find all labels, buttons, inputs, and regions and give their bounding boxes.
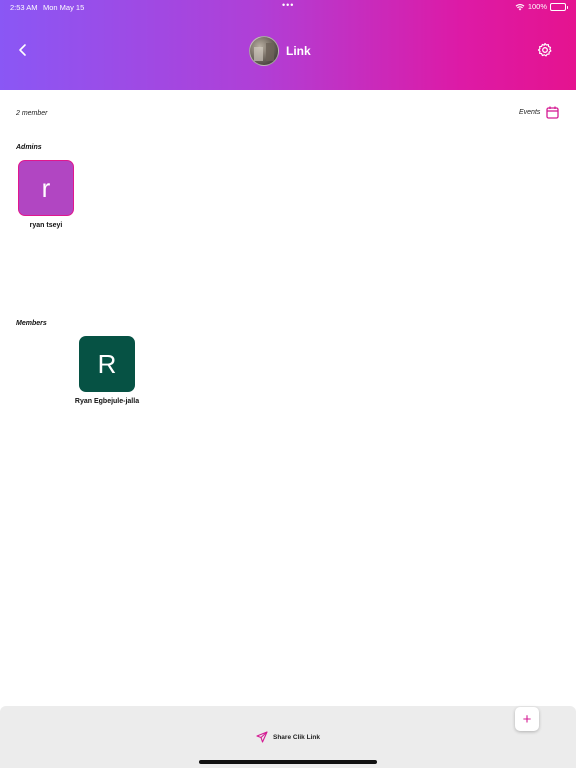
add-button[interactable]: + — [515, 707, 539, 731]
status-bar: 2:53 AM Mon May 15 ••• 100% — [0, 0, 576, 14]
chevron-left-icon[interactable] — [14, 41, 32, 59]
member-tile[interactable]: R Ryan Egbejule-jalla — [62, 336, 152, 405]
home-indicator[interactable] — [199, 760, 377, 764]
battery-percent: 100% — [527, 2, 547, 11]
header-bar: 2:53 AM Mon May 15 ••• 100% Link — [0, 0, 576, 90]
admin-tile[interactable]: r ryan tseyi — [1, 160, 91, 229]
member-name: Ryan Egbejule-jalla — [74, 398, 140, 405]
multitask-dots[interactable]: ••• — [282, 0, 294, 10]
events-label: Events — [519, 109, 541, 116]
share-link-button[interactable]: Share Clik Link — [256, 731, 320, 743]
member-count: 2 member — [16, 110, 48, 117]
paper-plane-icon — [256, 731, 268, 743]
gear-icon[interactable] — [537, 42, 553, 58]
plus-icon: + — [522, 710, 532, 728]
status-time: 2:53 AM — [10, 3, 38, 12]
battery-icon — [550, 2, 568, 11]
admin-avatar: r — [18, 160, 74, 216]
admin-name: ryan tseyi — [29, 222, 63, 229]
group-title[interactable]: Link — [249, 36, 311, 66]
wifi-icon — [515, 3, 525, 10]
share-link-label: Share Clik Link — [273, 733, 320, 741]
group-avatar — [249, 36, 279, 66]
admins-heading: Admins — [16, 144, 42, 151]
status-date: Mon May 15 — [43, 3, 85, 12]
page-title: Link — [286, 44, 311, 58]
calendar-icon — [546, 106, 560, 119]
members-heading: Members — [16, 320, 47, 327]
member-avatar: R — [79, 336, 135, 392]
events-button[interactable]: Events — [519, 106, 560, 119]
status-right: 100% — [515, 2, 568, 11]
